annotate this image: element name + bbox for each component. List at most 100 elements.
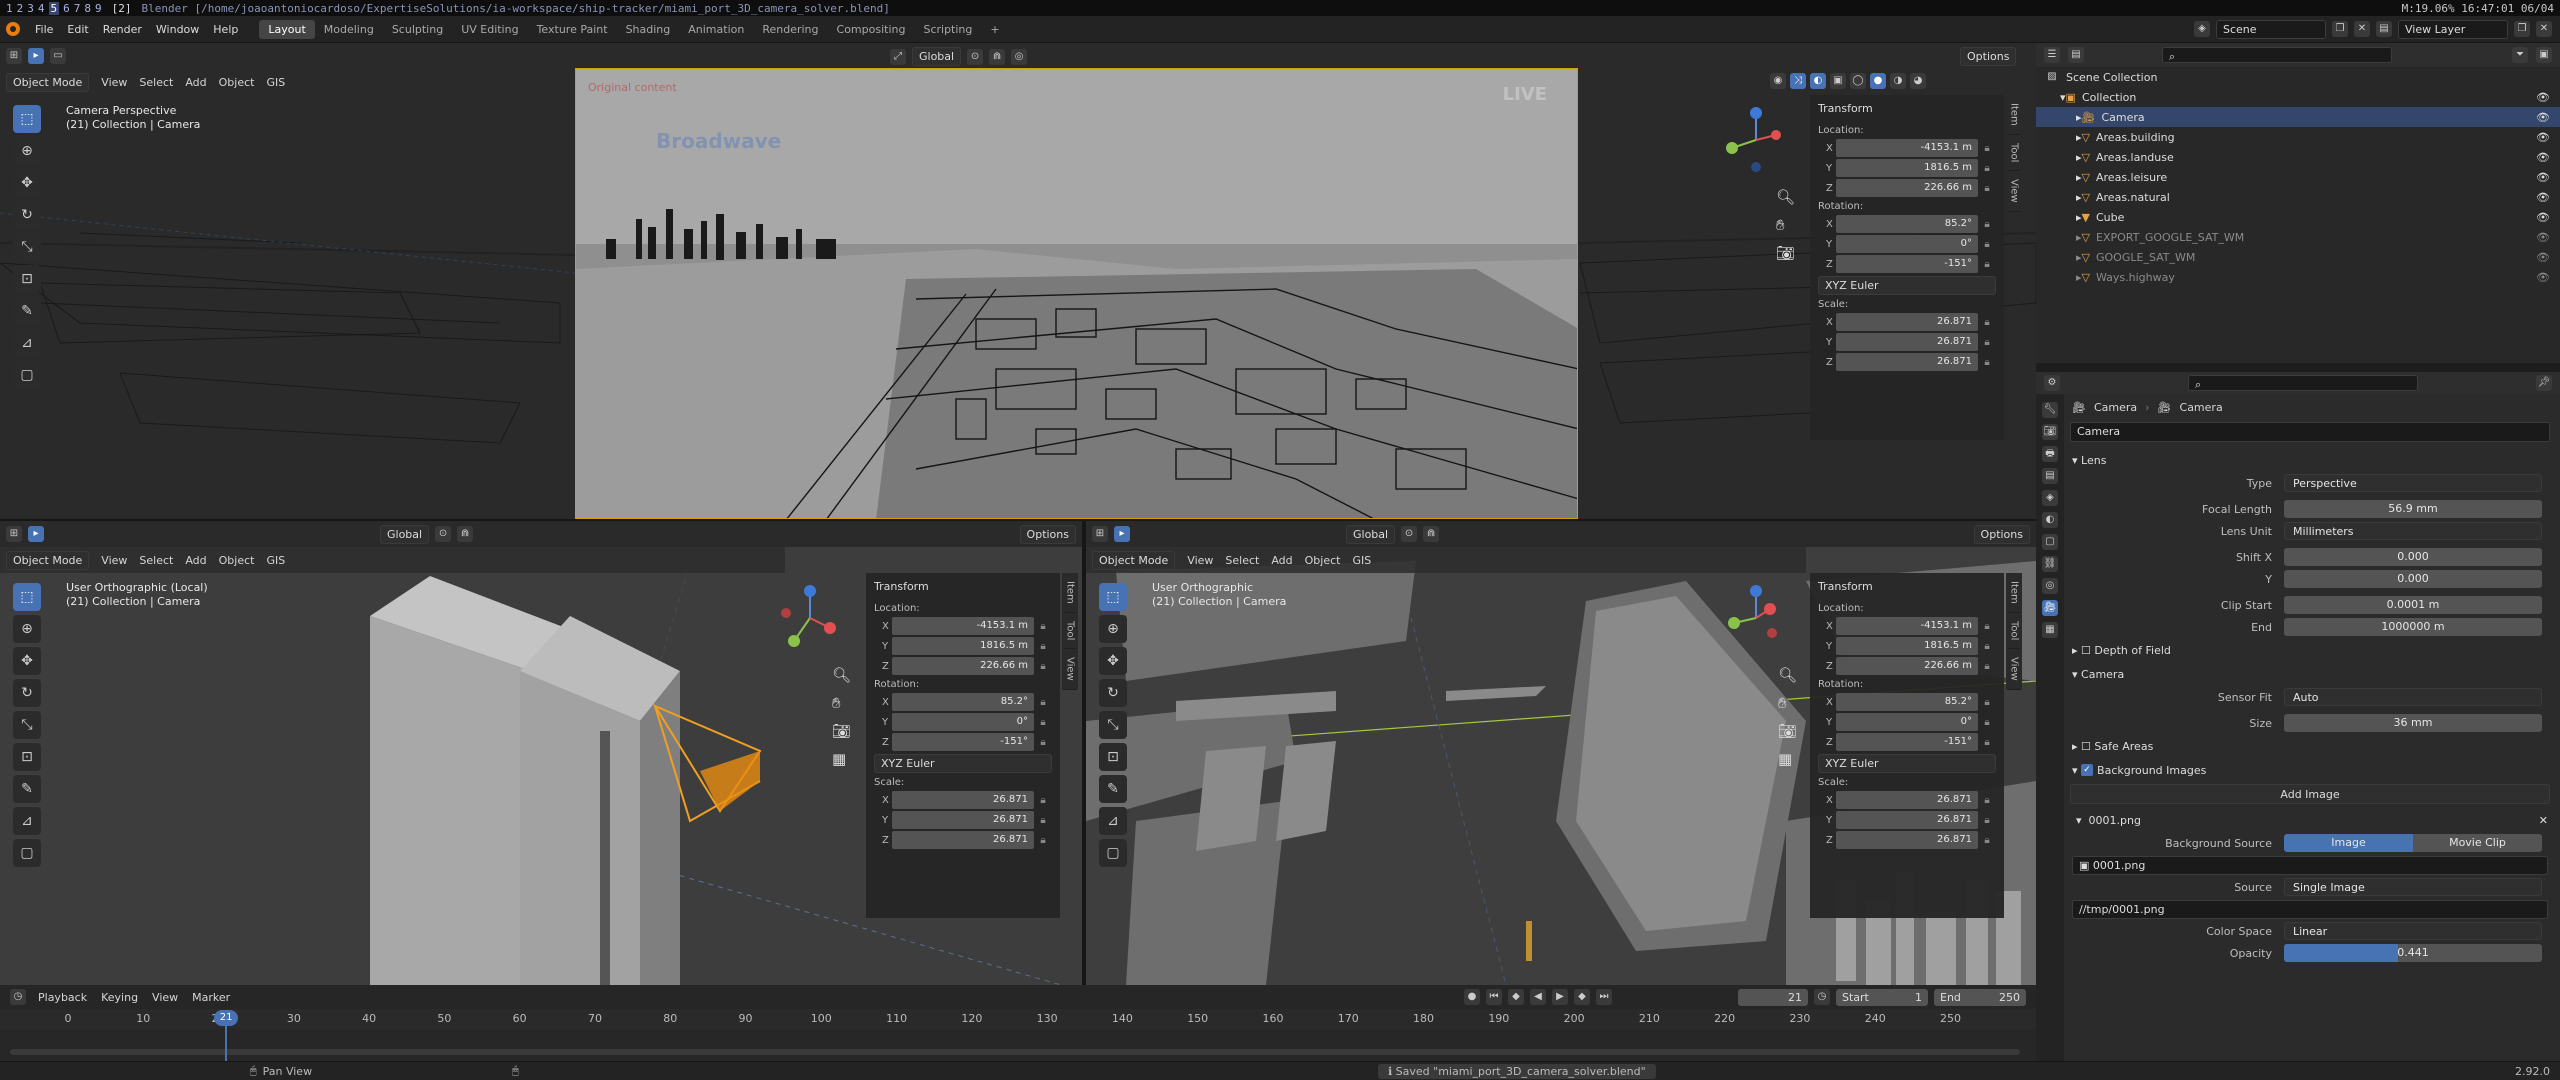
lock-icon[interactable]: 🔒︎ [1978,795,1996,806]
left-transform-tool-icon[interactable]: ⊡ [13,743,41,771]
blender-logo-icon[interactable] [6,22,20,36]
left-scale-tool-icon[interactable]: ⤡ [13,711,41,739]
sidebar-tab-view[interactable]: View [2008,649,2020,690]
play-icon[interactable]: ▶ [1552,989,1568,1005]
editor-type-icon[interactable]: ⊞ [6,48,22,64]
rotation-y-field[interactable]: 0° [1836,235,1978,253]
workspace-4[interactable]: 4 [38,2,45,15]
location-x-field[interactable]: -4153.1 m [892,617,1034,635]
scale-z-field[interactable]: 26.871 [892,831,1034,849]
right-orientation-selector[interactable]: Global [1346,524,1396,544]
workspace-8[interactable]: 8 [84,2,91,15]
location-x-field[interactable]: -4153.1 m [1836,139,1978,157]
workspace-2[interactable]: 2 [17,2,24,15]
location-z-field[interactable]: 226.66 m [1836,179,1978,197]
lock-icon[interactable]: 🔒︎ [1034,737,1052,748]
tab-uv-editing[interactable]: UV Editing [452,20,527,39]
pan-hand-icon[interactable]: ✋︎ [1776,216,1795,234]
lock-icon[interactable]: 🔒︎ [1978,835,1996,846]
right-rotation-mode-selector[interactable]: XYZ Euler [1818,754,1996,773]
move-tool-icon[interactable]: ✥ [13,169,41,197]
right-mode-selector[interactable]: Object Mode [1092,550,1176,570]
right-pan-hand-icon[interactable]: ✋︎ [1778,694,1797,712]
timeline[interactable]: ◷ Playback Keying View Marker ● ⏮ ◆ ◀ ▶ ◆ ⏭… [0,985,2036,1061]
bg-source-image-option[interactable]: Image [2284,834,2413,852]
visibility-eye-icon[interactable]: 👁︎ [2536,91,2550,104]
constraints-tab-icon[interactable]: ⛓︎ [2042,556,2058,572]
preview-range-icon[interactable]: ◷ [1814,989,1830,1005]
tab-sculpting[interactable]: Sculpting [383,20,452,39]
bg-images-section-header[interactable]: ▾ ✓ Background Images [2066,758,2560,782]
scene-collection-row[interactable]: ▨ Scene Collection [2036,67,2560,87]
lock-icon[interactable]: 🔒︎ [1978,697,1996,708]
right-select-tool-icon[interactable]: ⬚ [1099,583,1127,611]
location-z-field[interactable]: 226.66 m [892,657,1034,675]
timeline-editor-icon[interactable]: ◷ [10,989,26,1005]
image-datablock-field[interactable]: ▣ 0001.png [2072,855,2548,875]
world-tab-icon[interactable]: ◐ [2042,512,2058,528]
left-menu-add[interactable]: Add [185,554,206,567]
sidebar-tab-item[interactable]: Item [1064,573,1076,613]
main-menu-gis[interactable]: GIS [266,76,285,89]
right-navigation-gizmo[interactable] [1726,583,1786,653]
playhead-badge[interactable]: 21 [214,1010,239,1026]
select-box-icon[interactable]: ▸ [28,48,44,64]
sidebar-tab-item[interactable]: Item [2008,95,2020,135]
lock-icon[interactable]: 🔒︎ [1034,621,1052,632]
left-pivot-icon[interactable]: ⊙ [435,526,452,542]
timeline-scrollbar[interactable] [10,1049,2020,1055]
annotate-tool-icon[interactable]: ✎ [13,297,41,325]
workspace-3[interactable]: 3 [27,2,34,15]
left-menu-select[interactable]: Select [139,554,173,567]
right-options-button[interactable]: Options [1973,524,2030,544]
lock-icon[interactable]: 🔒︎ [1978,337,1996,348]
lock-icon[interactable]: 🔒︎ [1034,661,1052,672]
lens-value-end[interactable]: 1000000 m [2284,618,2542,636]
rotation-z-field[interactable]: -151° [1836,255,1978,273]
select-mode-1-icon[interactable]: ▭ [50,48,66,64]
scale-y-field[interactable]: 26.871 [1836,811,1978,829]
left-grid-view-icon[interactable]: ▦ [832,750,851,768]
right-camera-view-icon[interactable]: 📷︎ [1778,722,1797,740]
scale-x-field[interactable]: 26.871 [1836,791,1978,809]
main-options-button[interactable]: Options [1960,47,2017,66]
right-editor-type-icon[interactable]: ⊞ [1092,526,1108,542]
scale-x-field[interactable]: 26.871 [892,791,1034,809]
sidebar-tab-tool[interactable]: Tool [2008,613,2020,650]
scale-tool-icon[interactable]: ⤡ [13,233,41,261]
camera-section-header[interactable]: ▾ Camera [2066,662,2560,686]
left-rotate-tool-icon[interactable]: ↻ [13,679,41,707]
pivot-icon[interactable]: ⊙ [967,48,984,65]
visibility-icon[interactable]: ◉ [1770,73,1786,89]
lock-icon[interactable]: 🔒︎ [1978,737,1996,748]
rendered-shading-icon[interactable]: ◕ [1910,73,1926,89]
outliner-row[interactable]: ▾ ▣ Collection 👁︎ [2036,87,2560,107]
solid-shading-icon[interactable]: ● [1870,73,1886,89]
tool-tab-icon[interactable]: 🔧︎ [2042,402,2058,418]
rotation-x-field[interactable]: 85.2° [1836,693,1978,711]
outliner-editor-icon[interactable]: ☰ [2044,47,2060,63]
main-viewport[interactable]: Original content Broadwave LIVE ⊞ ▸ ▭ Ob… [0,43,2036,519]
left-options-button[interactable]: Options [1019,524,1076,544]
visibility-eye-icon[interactable]: 👁︎ [2536,251,2550,264]
add-cube-tool-icon[interactable]: ▢ [13,361,41,389]
view-layer-tab-icon[interactable]: ▤ [2042,468,2058,484]
source-dropdown[interactable]: Single Image [2284,878,2542,896]
menu-render[interactable]: Render [96,23,149,36]
lens-value-clip-start[interactable]: 0.0001 m [2284,596,2542,614]
outliner-search-input[interactable]: ⌕ [2162,47,2392,63]
left-snap-icon[interactable]: ⋒ [457,526,474,542]
copy-scene-icon[interactable]: ❐ [2332,21,2348,37]
tab-texture-paint[interactable]: Texture Paint [528,20,617,39]
measure-tool-icon[interactable]: ⊿ [13,329,41,357]
scale-y-field[interactable]: 26.871 [1836,333,1978,351]
visibility-eye-icon[interactable]: 👁︎ [2536,131,2550,144]
menu-file[interactable]: File [28,23,60,36]
lock-icon[interactable]: 🔒︎ [1034,795,1052,806]
left-measure-tool-icon[interactable]: ⊿ [13,807,41,835]
lock-icon[interactable]: 🔒︎ [1034,641,1052,652]
rotation-y-field[interactable]: 0° [1836,713,1978,731]
tab-scripting[interactable]: Scripting [914,20,981,39]
outliner-row[interactable]: ▸ ▽ Areas.landuse 👁︎ [2036,147,2560,167]
navigation-gizmo[interactable] [1726,105,1786,175]
